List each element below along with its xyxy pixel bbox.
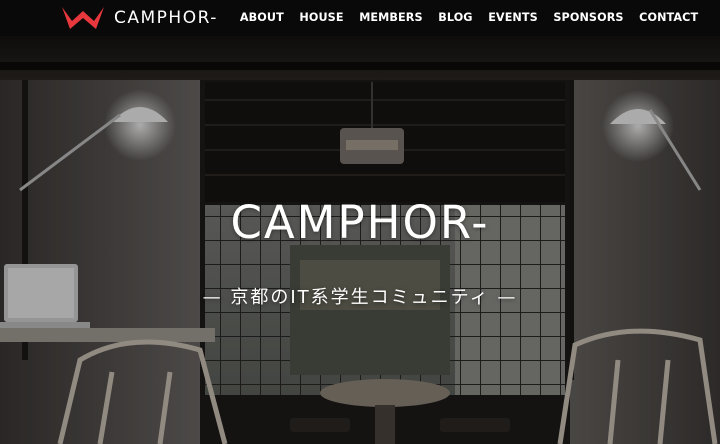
brand-link[interactable]: CAMPHOR- [60,3,218,33]
nav-contact[interactable]: CONTACT [631,0,706,36]
hero-tagline: — 京都のIT系学生コミュニティ — [202,287,518,308]
main-nav: ABOUT HOUSE MEMBERS BLOG EVENTS SPONSORS… [232,0,706,36]
nav-sponsors[interactable]: SPONSORS [546,0,632,36]
nav-blog[interactable]: BLOG [430,0,480,36]
nav-members[interactable]: MEMBERS [351,0,430,36]
site-header: CAMPHOR- ABOUT HOUSE MEMBERS BLOG EVENTS… [0,0,720,36]
camphor-logo-icon [62,7,104,29]
nav-events[interactable]: EVENTS [480,0,545,36]
nav-house[interactable]: HOUSE [292,0,352,36]
nav-about[interactable]: ABOUT [232,0,292,36]
brand-name: CAMPHOR- [114,8,218,28]
hero-title: CAMPHOR- [230,196,490,249]
